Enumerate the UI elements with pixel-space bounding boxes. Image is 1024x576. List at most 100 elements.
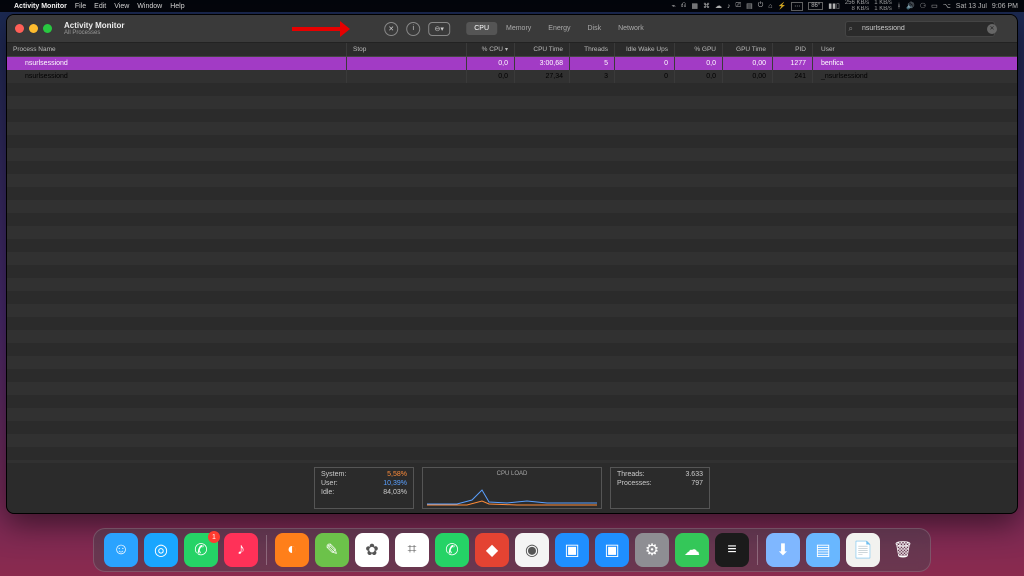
options-gear-icon[interactable]: ⊖▾ bbox=[428, 22, 450, 36]
col-process-name[interactable]: Process Name bbox=[7, 43, 347, 56]
empty-row bbox=[7, 291, 1017, 304]
dock-firefox-icon[interactable]: ◐ bbox=[275, 533, 309, 567]
search-input[interactable] bbox=[845, 21, 995, 37]
empty-row bbox=[7, 343, 1017, 356]
empty-row bbox=[7, 187, 1017, 200]
status-icon[interactable]: ⋯ bbox=[791, 2, 803, 11]
status-net2: 1 KB/s1 KB/s bbox=[874, 0, 892, 12]
bluetooth-icon[interactable]: ᚼ bbox=[897, 3, 901, 10]
tab-disk[interactable]: Disk bbox=[579, 22, 609, 35]
menu-help[interactable]: Help bbox=[170, 3, 184, 10]
footer-key: Processes: bbox=[617, 480, 652, 487]
col-cpu-percent[interactable]: % CPU bbox=[467, 43, 515, 56]
cell-cpu: 0,0 bbox=[467, 57, 515, 70]
status-icon[interactable]: ⎚ bbox=[735, 2, 741, 10]
tab-cpu[interactable]: CPU bbox=[466, 22, 497, 35]
col-stop[interactable]: Stop bbox=[347, 43, 467, 56]
status-icon[interactable]: ⚡ bbox=[777, 2, 786, 10]
stop-process-icon[interactable]: ✕ bbox=[384, 22, 398, 36]
table-row[interactable]: nsurlsessiond0,027,34300,00,00241_nsurls… bbox=[7, 70, 1017, 83]
cell-idle: 0 bbox=[615, 70, 675, 83]
dock-settings-icon[interactable]: ⚙ bbox=[635, 533, 669, 567]
close-window-button[interactable] bbox=[15, 24, 24, 33]
dock-todoist-icon[interactable]: ◆ bbox=[475, 533, 509, 567]
col-gpu-time[interactable]: GPU Time bbox=[723, 43, 773, 56]
zoom-window-button[interactable] bbox=[43, 24, 52, 33]
cell-process-name: nsurlsessiond bbox=[7, 57, 347, 70]
dock-screenshare1-icon[interactable]: ▣ bbox=[555, 533, 589, 567]
status-icon[interactable]: ⌂ bbox=[768, 3, 772, 10]
battery-icon[interactable]: ▭ bbox=[931, 2, 938, 10]
dock-1password-icon[interactable]: ◉ bbox=[515, 533, 549, 567]
col-gpu-percent[interactable]: % GPU bbox=[675, 43, 723, 56]
dock-slack-icon[interactable]: ⌗ bbox=[395, 533, 429, 567]
dock-finder-icon[interactable]: ☺ bbox=[104, 533, 138, 567]
menu-file[interactable]: File bbox=[75, 3, 86, 10]
volume-icon[interactable]: 🔊 bbox=[906, 2, 915, 10]
window-subtitle: All Processes bbox=[64, 30, 124, 36]
dock-activity-monitor-icon[interactable]: ≡ bbox=[715, 533, 749, 567]
col-cpu-time[interactable]: CPU Time bbox=[515, 43, 570, 56]
dock-whatsapp2-icon[interactable]: ✆ bbox=[435, 533, 469, 567]
dock-safari-like-icon[interactable]: ◎ bbox=[144, 533, 178, 567]
dock-trash-icon[interactable]: 🗑 bbox=[886, 533, 920, 567]
status-icon[interactable]: ⎌ bbox=[681, 2, 687, 10]
menubar-app-name[interactable]: Activity Monitor bbox=[14, 3, 67, 10]
menubar-date[interactable]: Sat 13 Jul bbox=[956, 3, 987, 10]
tab-energy[interactable]: Energy bbox=[540, 22, 578, 35]
status-icon[interactable]: ⌘ bbox=[703, 2, 710, 10]
status-icon[interactable]: ⏻ bbox=[758, 2, 764, 10]
status-temp[interactable]: 86° bbox=[808, 2, 823, 10]
status-icon[interactable]: ☁ bbox=[715, 2, 722, 10]
footer-value: 10,39% bbox=[383, 480, 407, 487]
empty-row bbox=[7, 135, 1017, 148]
col-idle-wake-ups[interactable]: Idle Wake Ups bbox=[615, 43, 675, 56]
cell-process-name: nsurlsessiond bbox=[7, 70, 347, 83]
col-threads[interactable]: Threads bbox=[570, 43, 615, 56]
menu-edit[interactable]: Edit bbox=[94, 3, 106, 10]
process-table-header: Process Name Stop % CPU CPU Time Threads… bbox=[7, 43, 1017, 57]
empty-row bbox=[7, 200, 1017, 213]
cell-gpu-time: 0,00 bbox=[723, 57, 773, 70]
menu-view[interactable]: View bbox=[114, 3, 129, 10]
cell-cpu: 0,0 bbox=[467, 70, 515, 83]
inspect-process-icon[interactable]: i bbox=[406, 22, 420, 36]
empty-row bbox=[7, 356, 1017, 369]
status-icon[interactable]: ▤ bbox=[746, 2, 753, 10]
table-row[interactable]: nsurlsessiond0,03:00,68500,00,001277benf… bbox=[7, 57, 1017, 70]
menubar-time[interactable]: 9:06 PM bbox=[992, 3, 1018, 10]
dock-music-icon[interactable]: ♪ bbox=[224, 533, 258, 567]
minimize-window-button[interactable] bbox=[29, 24, 38, 33]
cell-pid: 1277 bbox=[773, 57, 813, 70]
tab-network[interactable]: Network bbox=[610, 22, 652, 35]
wifi-icon[interactable]: ⚆ bbox=[920, 2, 926, 10]
col-user[interactable]: User bbox=[813, 43, 1017, 56]
dock-textedit-icon[interactable]: 📄 bbox=[846, 533, 880, 567]
dock: ☺◎✆1♪◐✎✿⌗✆◆◉▣▣⚙☁≡⬇▤📄🗑 bbox=[93, 528, 931, 572]
tab-memory[interactable]: Memory bbox=[498, 22, 539, 35]
empty-row bbox=[7, 447, 1017, 460]
dock-notes-app-icon[interactable]: ✎ bbox=[315, 533, 349, 567]
dock-folder-icon[interactable]: ▤ bbox=[806, 533, 840, 567]
status-icon[interactable]: ▦ bbox=[691, 2, 698, 10]
dock-photos-icon[interactable]: ✿ bbox=[355, 533, 389, 567]
cpu-load-sparkline bbox=[427, 476, 597, 506]
empty-row bbox=[7, 434, 1017, 447]
dock-messages-icon[interactable]: ☁ bbox=[675, 533, 709, 567]
status-icon[interactable]: ♪ bbox=[727, 3, 731, 10]
menu-window[interactable]: Window bbox=[137, 3, 162, 10]
cell-gpu-time: 0,00 bbox=[723, 70, 773, 83]
footer-value: 3.633 bbox=[685, 471, 703, 478]
clear-search-icon[interactable]: ✕ bbox=[987, 24, 997, 34]
dock-whatsapp-icon[interactable]: ✆1 bbox=[184, 533, 218, 567]
dock-screenshare2-icon[interactable]: ▣ bbox=[595, 533, 629, 567]
cpu-summary-footer: System:5,58%User:10,39%Idle:84,03% CPU L… bbox=[7, 463, 1017, 513]
dock-appstore-icon[interactable]: ⬇ bbox=[766, 533, 800, 567]
cell-gpu: 0,0 bbox=[675, 70, 723, 83]
status-icon[interactable]: ▮▮▯ bbox=[828, 2, 840, 10]
col-pid[interactable]: PID bbox=[773, 43, 813, 56]
category-tabs: CPU Memory Energy Disk Network bbox=[466, 22, 652, 35]
empty-row bbox=[7, 174, 1017, 187]
control-center-icon[interactable]: ⌥ bbox=[943, 2, 951, 10]
status-icon[interactable]: ⌁ bbox=[672, 2, 676, 10]
